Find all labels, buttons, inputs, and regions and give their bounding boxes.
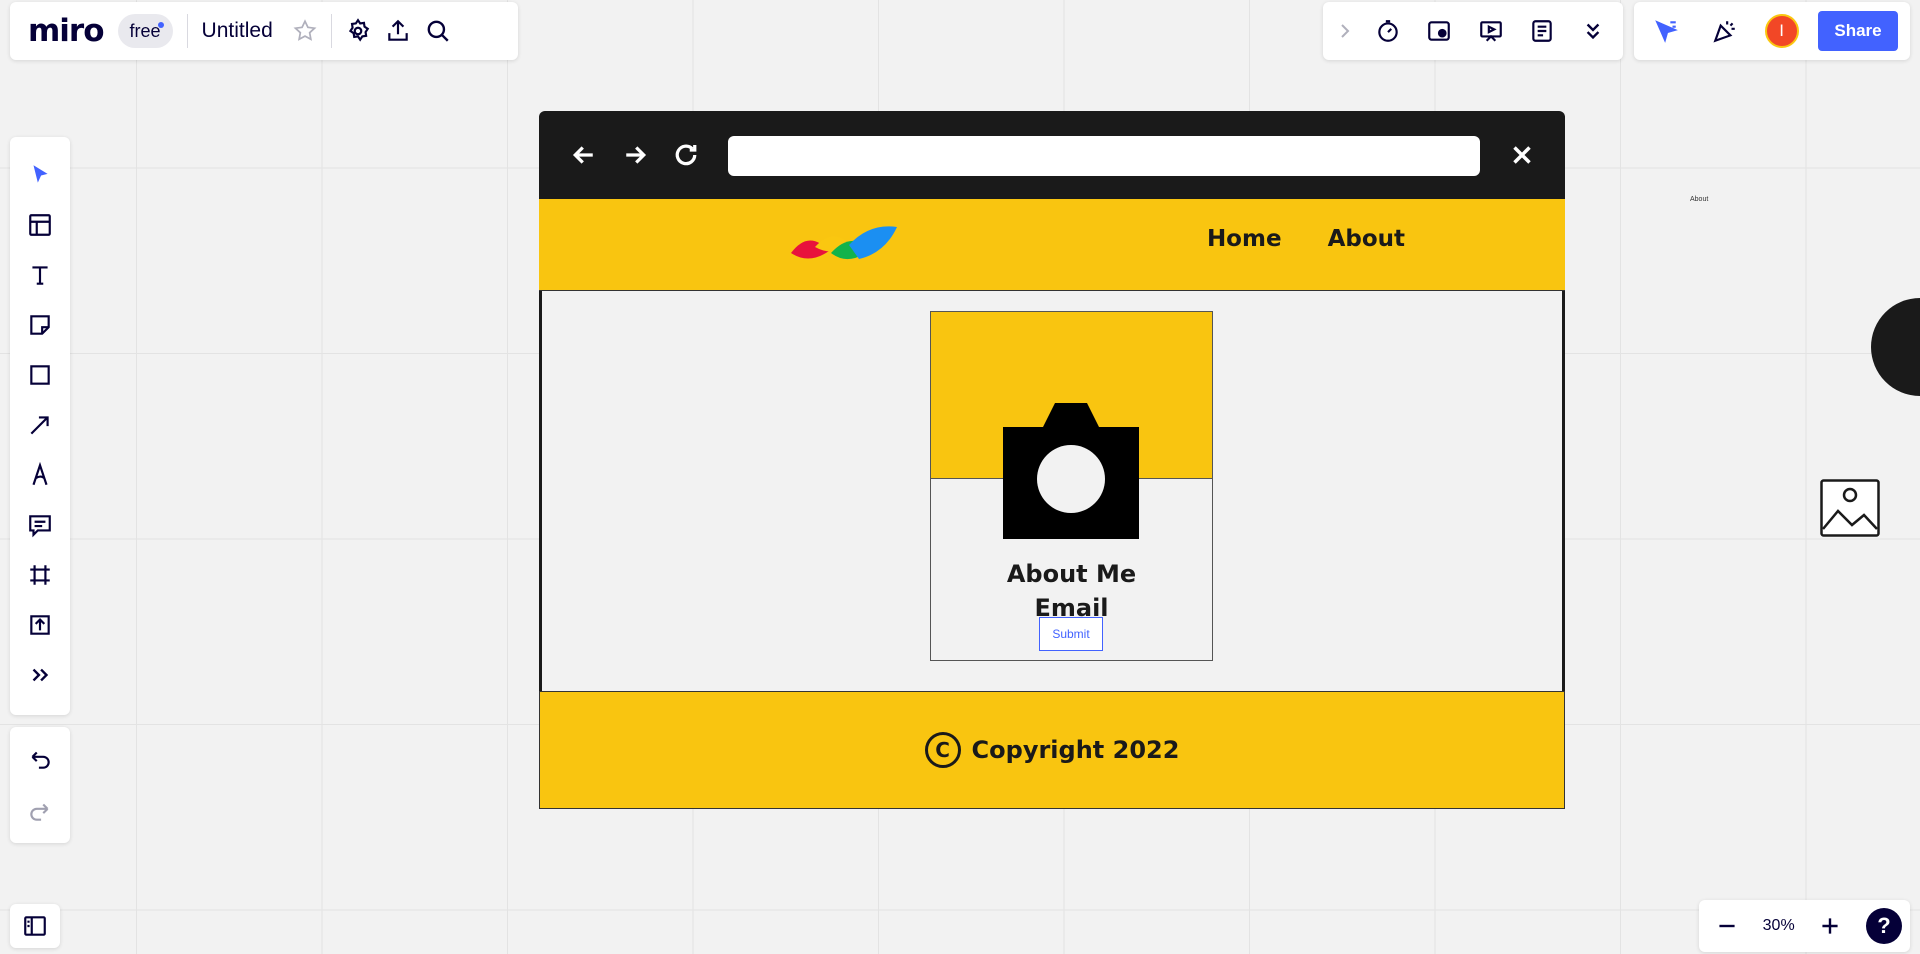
video-chat-icon[interactable] bbox=[1419, 11, 1459, 51]
celebrate-party-icon[interactable] bbox=[1705, 11, 1745, 51]
site-footer: C Copyright 2022 bbox=[539, 691, 1565, 809]
collaboration-toolbar bbox=[1323, 2, 1623, 60]
submit-button[interactable]: Submit bbox=[1039, 617, 1103, 651]
share-button[interactable]: Share bbox=[1817, 11, 1898, 51]
copyright-text: Copyright 2022 bbox=[971, 736, 1180, 764]
sharing-toolbar: I Share bbox=[1634, 2, 1910, 60]
image-placeholder-icon[interactable] bbox=[1820, 479, 1880, 537]
shapes-icon[interactable] bbox=[20, 355, 60, 395]
board-panel-toggle[interactable] bbox=[10, 904, 60, 948]
board-header: miro free Untitled bbox=[10, 2, 518, 60]
back-arrow-icon[interactable] bbox=[564, 135, 604, 175]
plan-badge[interactable]: free bbox=[117, 14, 173, 48]
canvas-shape-circle[interactable] bbox=[1871, 298, 1920, 396]
board-title[interactable]: Untitled bbox=[202, 19, 273, 43]
zoom-level[interactable]: 30% bbox=[1763, 917, 1795, 935]
sticky-note-icon[interactable] bbox=[20, 305, 60, 345]
card-title: About Me bbox=[1006, 560, 1137, 588]
presentation-icon[interactable] bbox=[1471, 11, 1511, 51]
sidebar-panel-icon bbox=[24, 916, 46, 936]
nav-link-about[interactable]: About bbox=[1328, 226, 1405, 252]
card-text: About Me Email bbox=[931, 557, 1212, 625]
canvas-text-label[interactable]: About bbox=[1690, 196, 1708, 203]
forward-arrow-icon[interactable] bbox=[615, 135, 655, 175]
site-header: Home About bbox=[539, 199, 1565, 291]
browser-wireframe[interactable]: Home About About Me Email Submit C Copyr… bbox=[539, 111, 1565, 809]
frame-icon[interactable] bbox=[20, 555, 60, 595]
redo-icon[interactable] bbox=[20, 791, 60, 831]
pen-icon[interactable] bbox=[20, 455, 60, 495]
site-body: About Me Email Submit bbox=[539, 291, 1565, 693]
double-chevron-down-icon[interactable] bbox=[1573, 11, 1613, 51]
site-nav: Home About bbox=[1207, 226, 1405, 252]
reload-icon[interactable] bbox=[666, 135, 706, 175]
timer-icon[interactable] bbox=[1368, 11, 1408, 51]
browser-chrome-bar bbox=[539, 111, 1565, 199]
chevron-right-icon[interactable] bbox=[1333, 11, 1357, 51]
search-icon[interactable] bbox=[418, 11, 458, 51]
divider bbox=[186, 14, 188, 48]
connection-line-icon[interactable] bbox=[20, 405, 60, 445]
miro-logo[interactable]: miro bbox=[28, 13, 105, 49]
zoom-controls: 30% ? bbox=[1699, 900, 1910, 952]
text-icon[interactable] bbox=[20, 255, 60, 295]
nav-link-home[interactable]: Home bbox=[1207, 226, 1282, 252]
plan-label: free bbox=[129, 20, 161, 41]
avatar-initial: I bbox=[1779, 21, 1785, 40]
comment-icon[interactable] bbox=[20, 505, 60, 545]
history-toolbar bbox=[10, 727, 70, 843]
user-avatar[interactable]: I bbox=[1764, 14, 1799, 48]
help-button[interactable]: ? bbox=[1866, 908, 1902, 944]
camera-icon bbox=[1003, 403, 1139, 539]
zoom-out-minus-icon[interactable] bbox=[1707, 906, 1747, 946]
divider bbox=[330, 14, 332, 48]
profile-card: About Me Email Submit bbox=[930, 311, 1213, 661]
templates-icon[interactable] bbox=[20, 205, 60, 245]
export-upload-icon[interactable] bbox=[378, 11, 418, 51]
reactions-cursor-icon[interactable] bbox=[1646, 11, 1686, 51]
copyright-icon: C bbox=[924, 732, 961, 768]
plan-dot-indicator bbox=[157, 22, 164, 28]
more-tools-chevron-icon[interactable] bbox=[20, 655, 60, 695]
notes-icon[interactable] bbox=[1522, 11, 1562, 51]
site-logo-icon bbox=[791, 226, 897, 260]
creation-toolbar bbox=[10, 137, 70, 715]
address-bar[interactable] bbox=[728, 136, 1480, 176]
zoom-in-plus-icon[interactable] bbox=[1810, 906, 1850, 946]
star-icon[interactable] bbox=[285, 11, 325, 51]
undo-icon[interactable] bbox=[20, 739, 60, 779]
upload-icon[interactable] bbox=[20, 605, 60, 645]
settings-gear-icon[interactable] bbox=[338, 11, 378, 51]
close-icon[interactable] bbox=[1502, 135, 1542, 175]
select-cursor-icon[interactable] bbox=[20, 155, 60, 195]
